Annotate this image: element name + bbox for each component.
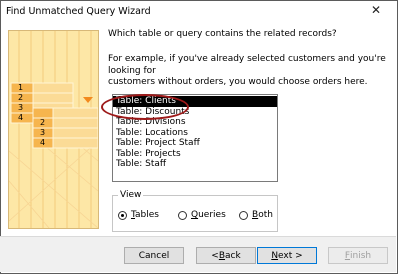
row-number-2: 2 <box>18 93 24 102</box>
close-icon[interactable]: ✕ <box>364 2 388 18</box>
finish-button[interactable]: Finish <box>328 247 388 264</box>
radio-both-label: Both <box>252 210 273 220</box>
window-title: Find Unmatched Query Wizard <box>6 6 151 17</box>
illustration-graphic <box>9 31 98 228</box>
row-number-3b: 3 <box>40 128 46 137</box>
row-number-1: 1 <box>18 83 24 92</box>
next-button[interactable]: Next > <box>257 247 317 264</box>
example-line-2: customers without orders, you would choo… <box>108 77 368 87</box>
list-item-project-staff[interactable]: Table: Project Staff <box>113 138 277 149</box>
example-line-1: For example, if you've already selected … <box>108 54 386 76</box>
row-number-4: 4 <box>18 113 24 122</box>
view-group-legend: View <box>118 189 144 201</box>
list-item-locations[interactable]: Table: Locations <box>113 128 277 139</box>
list-item-projects[interactable]: Table: Projects <box>113 149 277 160</box>
list-item-clients[interactable]: Table: Clients <box>113 96 277 107</box>
radio-unchecked-icon[interactable] <box>178 210 187 220</box>
radio-unchecked-icon[interactable] <box>239 210 248 220</box>
list-item-staff[interactable]: Table: Staff <box>113 159 277 170</box>
radio-queries-label: Queries <box>191 210 226 220</box>
table-query-listbox[interactable]: Table: Clients Table: Discounts Table: D… <box>112 94 278 182</box>
wizard-example-text: For example, if you've already selected … <box>108 54 393 89</box>
back-button[interactable]: < Back <box>196 247 256 264</box>
radio-tables[interactable]: Tables <box>118 210 159 220</box>
row-number-3: 3 <box>18 103 24 112</box>
radio-tables-label: Tables <box>131 210 159 220</box>
radio-both[interactable]: Both <box>239 210 273 220</box>
wizard-question: Which table or query contains the relate… <box>108 29 337 39</box>
wizard-illustration: 1 2 3 4 2 3 4 <box>8 30 99 229</box>
radio-queries[interactable]: Queries <box>178 210 226 220</box>
list-item-discounts[interactable]: Table: Discounts <box>113 107 277 118</box>
row-number-4b: 4 <box>40 138 46 147</box>
cancel-button[interactable]: Cancel <box>124 247 184 264</box>
row-number-2b: 2 <box>40 118 46 127</box>
list-item-divisions[interactable]: Table: Divisions <box>113 117 277 128</box>
radio-checked-icon[interactable] <box>118 210 127 220</box>
